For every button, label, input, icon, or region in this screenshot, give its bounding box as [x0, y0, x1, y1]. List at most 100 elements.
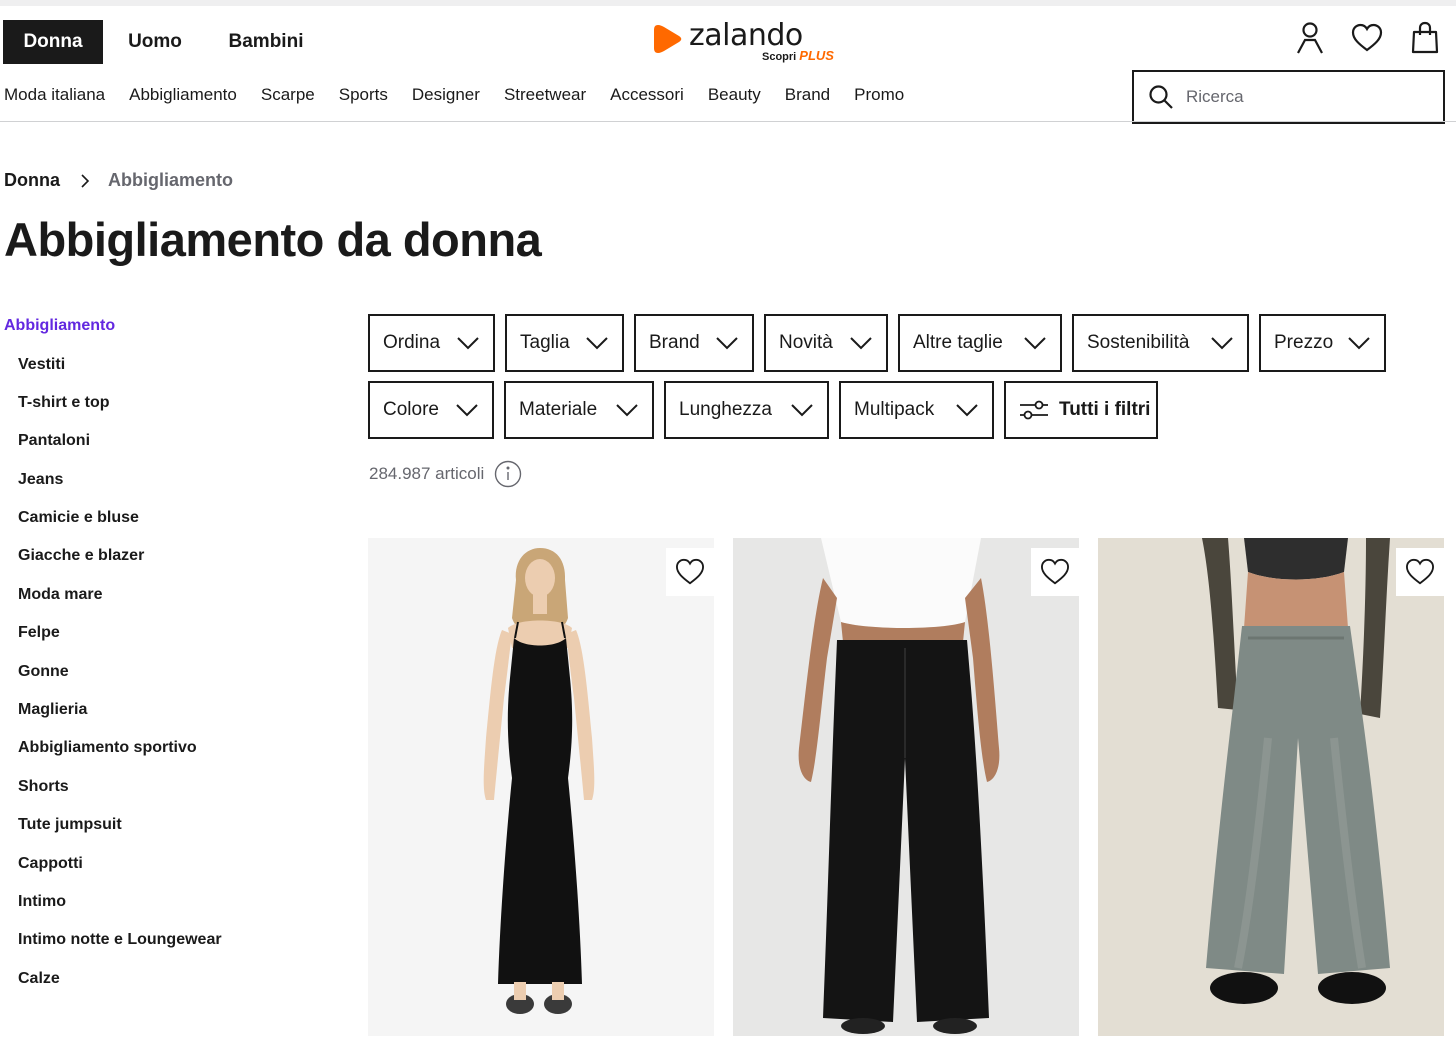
filter-label: Lunghezza: [679, 399, 772, 420]
sidebar-item-moda-mare[interactable]: Moda mare: [18, 585, 324, 623]
sidebar-item-intimo-notte-e-loungewear[interactable]: Intimo notte e Loungewear: [18, 930, 324, 968]
chevron-down-icon: [790, 403, 814, 417]
breadcrumb-donna[interactable]: Donna: [4, 170, 60, 191]
filter-ordina[interactable]: Ordina: [368, 314, 495, 372]
filter-label: Prezzo: [1274, 332, 1334, 353]
tab-donna[interactable]: Donna: [3, 20, 103, 64]
filter-sliders-icon: [1019, 399, 1049, 421]
sidebar-list: Vestiti T-shirt e top Pantaloni Jeans Camici…: [4, 355, 324, 1008]
filter-row-1: Ordina Taglia Brand Novità Altre taglie Soste…: [368, 314, 1396, 372]
nav-sports[interactable]: Sports: [339, 84, 388, 106]
filter-altre-taglie[interactable]: Altre taglie: [898, 314, 1062, 372]
filter-materiale[interactable]: Materiale: [504, 381, 654, 439]
chevron-down-icon: [455, 403, 479, 417]
filter-label: Multipack: [854, 399, 935, 420]
heart-icon[interactable]: [1350, 20, 1384, 56]
wishlist-heart-icon[interactable]: [666, 548, 714, 596]
sidebar-item-abbigliamento-sportivo[interactable]: Abbigliamento sportivo: [18, 738, 324, 776]
product-card[interactable]: [1098, 538, 1444, 1036]
sidebar-item-t-shirt-e-top[interactable]: T-shirt e top: [18, 393, 324, 431]
product-card[interactable]: [368, 538, 714, 1036]
filter-prezzo[interactable]: Prezzo: [1259, 314, 1386, 372]
category-nav: Moda italiana Abbigliamento Scarpe Sport…: [4, 84, 928, 106]
filter-label: Taglia: [520, 332, 570, 353]
nav-moda-italiana[interactable]: Moda italiana: [4, 84, 105, 106]
nav-designer[interactable]: Designer: [412, 84, 480, 106]
sidebar-item-shorts[interactable]: Shorts: [18, 777, 324, 815]
chevron-down-icon: [1210, 336, 1234, 350]
product-image-black-trousers: [733, 538, 1079, 1036]
sidebar-item-gonne[interactable]: Gonne: [18, 662, 324, 700]
bag-icon[interactable]: [1408, 20, 1442, 56]
search-icon: [1149, 85, 1173, 109]
sidebar-item-camicie-e-bluse[interactable]: Camicie e bluse: [18, 508, 324, 546]
product-image-black-dress: [368, 538, 714, 1036]
sidebar-item-pantaloni[interactable]: Pantaloni: [18, 431, 324, 469]
product-card[interactable]: [733, 538, 1079, 1036]
sidebar-item-giacche-e-blazer[interactable]: Giacche e blazer: [18, 546, 324, 584]
sidebar-item-felpe[interactable]: Felpe: [18, 623, 324, 661]
all-filters-button[interactable]: Tutti i filtri: [1004, 381, 1158, 439]
user-icon[interactable]: [1293, 20, 1327, 56]
filter-label: Sostenibilità: [1087, 332, 1190, 353]
breadcrumb-current: Abbigliamento: [108, 170, 233, 190]
chevron-down-icon: [585, 336, 609, 350]
filter-label: Materiale: [519, 399, 598, 420]
filter-label: Brand: [649, 332, 700, 353]
breadcrumb: Donna Abbigliamento: [4, 170, 233, 191]
results-count-text: 284.987 articoli: [369, 464, 485, 483]
filter-novità[interactable]: Novità: [764, 314, 888, 372]
nav-beauty[interactable]: Beauty: [708, 84, 761, 106]
chevron-down-icon: [1023, 336, 1047, 350]
logo-icon: [654, 25, 682, 53]
chevron-down-icon: [1347, 336, 1371, 350]
results-count: 284.987 articoli: [369, 460, 522, 488]
nav-accessori[interactable]: Accessori: [610, 84, 684, 106]
nav-brand[interactable]: Brand: [785, 84, 830, 106]
wishlist-heart-icon[interactable]: [1396, 548, 1444, 596]
search-box[interactable]: [1132, 70, 1445, 124]
filter-brand[interactable]: Brand: [634, 314, 754, 372]
filter-label: Ordina: [383, 332, 441, 353]
header-divider: [0, 121, 1456, 122]
scopri-plus-link[interactable]: Scopri PLUS: [762, 48, 834, 63]
chevron-down-icon: [456, 336, 480, 350]
filter-multipack[interactable]: Multipack: [839, 381, 994, 439]
nav-promo[interactable]: Promo: [854, 84, 904, 106]
sidebar-item-cappotti[interactable]: Cappotti: [18, 854, 324, 892]
wishlist-heart-icon[interactable]: [1031, 548, 1079, 596]
chevron-down-icon: [715, 336, 739, 350]
chevron-right-icon: [80, 173, 90, 189]
top-strip: [0, 0, 1456, 6]
filter-colore[interactable]: Colore: [368, 381, 494, 439]
chevron-down-icon: [849, 336, 873, 350]
info-icon[interactable]: [494, 460, 522, 488]
tab-bambini[interactable]: Bambini: [207, 20, 325, 64]
filter-sostenibilità[interactable]: Sostenibilità: [1072, 314, 1249, 372]
sidebar-item-calze[interactable]: Calze: [18, 969, 324, 1007]
all-filters-label: Tutti i filtri: [1059, 399, 1151, 420]
sidebar-item-intimo[interactable]: Intimo: [18, 892, 324, 930]
sidebar-item-vestiti[interactable]: Vestiti: [18, 355, 324, 393]
category-sidebar: Abbigliamento Vestiti T-shirt e top Pantal…: [4, 316, 324, 1007]
filter-row-2: Colore Materiale Lunghezza Multipack Tutti i…: [368, 381, 1168, 439]
nav-scarpe[interactable]: Scarpe: [261, 84, 315, 106]
product-image-wide-leg-jeans: [1098, 538, 1444, 1036]
chevron-down-icon: [955, 403, 979, 417]
chevron-down-icon: [615, 403, 639, 417]
filter-label: Colore: [383, 399, 439, 420]
tab-uomo[interactable]: Uomo: [103, 20, 207, 64]
filter-taglia[interactable]: Taglia: [505, 314, 624, 372]
sidebar-item-maglieria[interactable]: Maglieria: [18, 700, 324, 738]
sidebar-item-tute-jumpsuit[interactable]: Tute jumpsuit: [18, 815, 324, 853]
filter-lunghezza[interactable]: Lunghezza: [664, 381, 829, 439]
zalando-logo[interactable]: zalando Scopri PLUS: [652, 18, 842, 68]
search-input[interactable]: [1186, 87, 1426, 107]
nav-streetwear[interactable]: Streetwear: [504, 84, 586, 106]
page-title: Abbigliamento da donna: [4, 213, 542, 266]
nav-abbigliamento[interactable]: Abbigliamento: [129, 84, 237, 106]
filter-label: Novità: [779, 332, 833, 353]
sidebar-heading[interactable]: Abbigliamento: [4, 316, 324, 336]
filter-label: Altre taglie: [913, 332, 1003, 353]
sidebar-item-jeans[interactable]: Jeans: [18, 470, 324, 508]
